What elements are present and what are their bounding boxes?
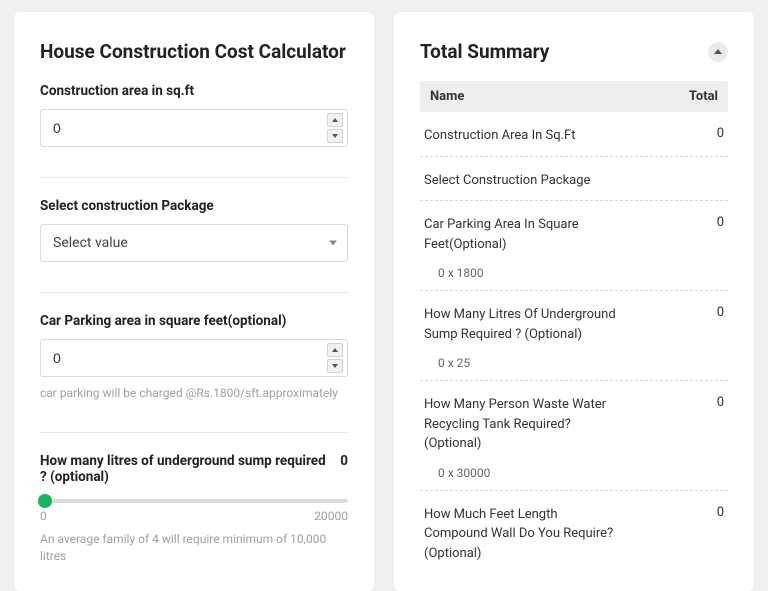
construction-area-step-up[interactable] [327, 113, 343, 127]
summary-row-sub: 0 x 30000 [424, 466, 724, 480]
package-select[interactable]: Select value [40, 224, 348, 262]
sump-slider[interactable]: 0 20000 [40, 499, 348, 523]
field-parking: Car Parking area in square feet(optional… [40, 313, 348, 402]
package-select-value: Select value [53, 235, 128, 251]
summary-row: Construction Area In Sq.Ft 0 [420, 112, 728, 157]
collapse-button[interactable] [708, 42, 728, 62]
divider [40, 432, 348, 433]
parking-label: Car Parking area in square feet(optional… [40, 313, 348, 329]
summary-row-total: 0 [717, 305, 724, 320]
sump-slider-handle[interactable] [38, 494, 52, 508]
summary-row-sub: 0 x 25 [424, 356, 724, 370]
construction-area-label: Construction area in sq.ft [40, 83, 348, 99]
summary-row-total: 0 [717, 505, 724, 520]
summary-title: Total Summary [420, 40, 549, 63]
sump-hint: An average family of 4 will require mini… [40, 531, 348, 565]
parking-spinner [327, 343, 343, 373]
calculator-panel: House Construction Cost Calculator Const… [14, 12, 374, 591]
sump-slider-track [40, 499, 348, 503]
summary-row-name: Select Construction Package [424, 171, 590, 191]
summary-row: Select Construction Package [420, 157, 728, 202]
summary-row-name: How Many Person Waste Water Recycling Ta… [424, 395, 624, 454]
summary-row: How Much Feet Length Compound Wall Do Yo… [420, 491, 728, 574]
field-package: Select construction Package Select value [40, 198, 348, 262]
summary-row-name: How Much Feet Length Compound Wall Do Yo… [424, 505, 624, 564]
field-construction-area: Construction area in sq.ft [40, 83, 348, 147]
summary-panel: Total Summary Name Total Construction Ar… [394, 12, 754, 591]
page-title: House Construction Cost Calculator [40, 40, 348, 63]
summary-row-name: Construction Area In Sq.Ft [424, 126, 576, 146]
construction-area-input-wrap [40, 109, 348, 147]
divider [40, 292, 348, 293]
sump-slider-scale: 0 20000 [40, 509, 348, 523]
summary-row: How Many Litres Of Underground Sump Requ… [420, 291, 728, 381]
summary-row-total: 0 [717, 395, 724, 410]
summary-row: Car Parking Area In Square Feet(Optional… [420, 201, 728, 291]
sump-max: 20000 [314, 509, 348, 523]
summary-table-header: Name Total [420, 81, 728, 112]
construction-area-spinner [327, 113, 343, 143]
construction-area-step-down[interactable] [327, 129, 343, 143]
package-label: Select construction Package [40, 198, 348, 214]
summary-row-sub: 0 x 1800 [424, 266, 724, 280]
construction-area-input[interactable] [41, 110, 347, 146]
parking-step-down[interactable] [327, 359, 343, 373]
summary-header-total: Total [689, 89, 718, 104]
sump-current-value: 0 [332, 453, 348, 469]
parking-input-wrap [40, 339, 348, 377]
divider [40, 177, 348, 178]
summary-row: How Many Person Waste Water Recycling Ta… [420, 381, 728, 491]
parking-hint: car parking will be charged @Rs.1800/sft… [40, 385, 348, 402]
summary-header-name: Name [430, 89, 464, 104]
parking-input[interactable] [41, 340, 347, 376]
summary-row-total: 0 [717, 215, 724, 230]
chevron-down-icon [329, 241, 337, 246]
sump-min: 0 [40, 509, 47, 523]
summary-row-name: How Many Litres Of Underground Sump Requ… [424, 305, 624, 344]
summary-row-name: Car Parking Area In Square Feet(Optional… [424, 215, 624, 254]
parking-step-up[interactable] [327, 343, 343, 357]
sump-label: How many litres of underground sump requ… [40, 453, 332, 485]
summary-row-total: 0 [717, 126, 724, 141]
field-sump: How many litres of underground sump requ… [40, 453, 348, 565]
